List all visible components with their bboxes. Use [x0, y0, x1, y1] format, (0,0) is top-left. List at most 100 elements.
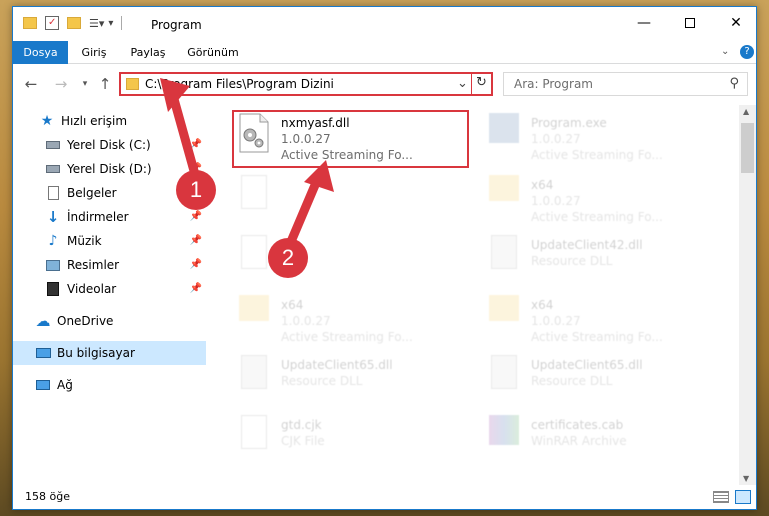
close-icon: ✕ [730, 15, 742, 31]
music-icon: ♪ [48, 233, 58, 249]
file-description: Active Streaming Fo... [531, 330, 663, 344]
vertical-scrollbar[interactable]: ▲ ▼ [739, 105, 756, 485]
nav-item-downloads[interactable]: ↓ İndirmeler 📌 [13, 205, 206, 229]
step-badge-1: 1 [176, 170, 216, 210]
file-item-updateclient65-a[interactable]: UpdateClient65.dll Resource DLL [233, 355, 468, 411]
tab-share[interactable]: Paylaş [123, 41, 173, 64]
pin-icon: 📌 [189, 211, 202, 222]
file-name: gtd.cjk [281, 418, 322, 432]
search-box[interactable]: Ara: Program ⚲ [503, 72, 748, 96]
scroll-down-icon[interactable]: ▼ [743, 474, 749, 483]
address-path[interactable]: C:\Program Files\Program Dizini [145, 77, 334, 91]
nav-item-disk-c[interactable]: Yerel Disk (C:) 📌 [13, 133, 206, 157]
video-icon [45, 281, 61, 297]
cloud-icon: ☁ [35, 312, 51, 330]
file-item-x64-c[interactable]: x64 1.0.0.27 Active Streaming Fo... [483, 295, 718, 351]
close-button[interactable]: ✕ [713, 7, 759, 39]
maximize-button[interactable] [667, 7, 713, 39]
nav-item-onedrive[interactable]: ☁ OneDrive [13, 309, 206, 333]
nav-item-network[interactable]: Ağ [13, 373, 206, 397]
forward-button[interactable]: → [51, 74, 71, 94]
nav-item-label: Resimler [67, 258, 120, 272]
navigation-row: ← → ▾ ↑ C:\Program Files\Program Dizini … [13, 70, 756, 98]
nav-item-label: Yerel Disk (D:) [67, 162, 152, 176]
network-icon [35, 377, 51, 393]
details-view-icon[interactable] [713, 491, 729, 503]
minimize-button[interactable]: — [621, 7, 667, 39]
nav-item-label: İndirmeler [67, 210, 129, 224]
dropdown-icon[interactable]: ▾ [108, 18, 113, 29]
maximize-icon [685, 18, 695, 28]
address-divider [471, 72, 472, 96]
refresh-icon[interactable]: ↻ [476, 75, 487, 90]
title-bar: ✓ ☰▾ ▾ Program — ✕ [13, 7, 756, 41]
file-name: x64 [531, 298, 554, 312]
nav-item-pictures[interactable]: Resimler 📌 [13, 253, 206, 277]
folder-icon [23, 17, 37, 29]
file-item-program-exe[interactable]: Program.exe 1.0.0.27 Active Streaming Fo… [483, 113, 718, 169]
drive-icon [45, 137, 61, 153]
file-item-blank[interactable] [233, 175, 468, 231]
folder-icon [126, 78, 139, 90]
file-version: 1.0.0.27 [281, 314, 331, 328]
new-folder-icon[interactable] [67, 17, 81, 29]
file-item-x64-b[interactable]: x64 1.0.0.27 Active Streaming Fo... [233, 295, 468, 351]
pin-icon: 📌 [189, 259, 202, 270]
folder-icon [483, 175, 525, 225]
file-item-certificates-cab[interactable]: certificates.cab WinRAR Archive [483, 415, 718, 471]
tab-view[interactable]: Görünüm [183, 41, 243, 64]
nav-item-label: Videolar [67, 282, 117, 296]
nav-item-videos[interactable]: Videolar 📌 [13, 277, 206, 301]
arrow-left-icon: ← [24, 75, 38, 93]
pin-icon: 📌 [189, 283, 202, 294]
nav-item-disk-d[interactable]: Yerel Disk (D:) 📌 [13, 157, 206, 181]
nav-item-label: Bu bilgisayar [57, 346, 135, 360]
file-type: CJK File [281, 434, 325, 448]
nav-item-quick-access[interactable]: ★ Hızlı erişim [13, 109, 206, 133]
tab-home[interactable]: Giriş [73, 41, 115, 64]
nav-item-label: OneDrive [57, 314, 114, 328]
back-button[interactable]: ← [21, 74, 41, 94]
file-type: Resource DLL [281, 374, 363, 388]
file-item-updateclient65-b[interactable]: UpdateClient65.dll Resource DLL [483, 355, 718, 411]
nav-item-music[interactable]: ♪ Müzik 📌 [13, 229, 206, 253]
download-icon: ↓ [46, 208, 60, 226]
search-icon[interactable]: ⚲ [729, 76, 739, 91]
file-name: x64 [281, 298, 304, 312]
file-description: Active Streaming Fo... [531, 148, 663, 162]
file-name: UpdateClient42.dll [531, 238, 643, 252]
dll-gear-icon [233, 355, 275, 405]
scrollbar-thumb[interactable] [741, 123, 754, 173]
file-name: UpdateClient65.dll [531, 358, 643, 372]
recent-locations-button[interactable]: ▾ [75, 74, 95, 94]
address-bar[interactable]: C:\Program Files\Program Dizini ⌄ ↻ [119, 72, 493, 96]
file-item-gtd-cjk[interactable]: gtd.cjk CJK File [233, 415, 468, 471]
explorer-window: ✓ ☰▾ ▾ Program — ✕ Dosya Giriş Paylaş Gö… [12, 6, 757, 510]
arrow-right-icon: → [54, 75, 68, 93]
file-item-x64-a[interactable]: x64 1.0.0.27 Active Streaming Fo... [483, 175, 718, 231]
ribbon-expand-icon[interactable]: ⌄ [721, 46, 729, 57]
up-button[interactable]: ↑ [95, 74, 115, 94]
file-item-updateclient42[interactable]: UpdateClient42.dll Resource DLL [483, 235, 718, 291]
pin-icon: 📌 [189, 235, 202, 246]
picture-icon [45, 257, 61, 273]
help-icon[interactable]: ? [740, 45, 754, 59]
step-badge-2: 2 [268, 238, 308, 278]
large-icons-view-icon[interactable] [735, 490, 751, 504]
document-icon [45, 185, 61, 201]
file-version: 1.0.0.27 [531, 194, 581, 208]
exe-icon [483, 113, 525, 163]
scroll-up-icon[interactable]: ▲ [743, 107, 749, 116]
title-separator [121, 16, 123, 30]
status-bar: 158 öğe [13, 485, 756, 509]
tab-file[interactable]: Dosya [13, 41, 68, 64]
customize-icon[interactable]: ☰▾ [89, 17, 104, 30]
winrar-archive-icon [483, 415, 525, 465]
file-icon [233, 175, 275, 225]
properties-icon[interactable]: ✓ [45, 16, 59, 30]
nav-item-label: Hızlı erişim [61, 114, 128, 128]
search-input[interactable]: Ara: Program [514, 77, 593, 91]
chevron-down-icon[interactable]: ⌄ [457, 76, 468, 91]
file-highlight-box [232, 110, 469, 168]
nav-item-this-pc[interactable]: Bu bilgisayar [13, 341, 206, 365]
